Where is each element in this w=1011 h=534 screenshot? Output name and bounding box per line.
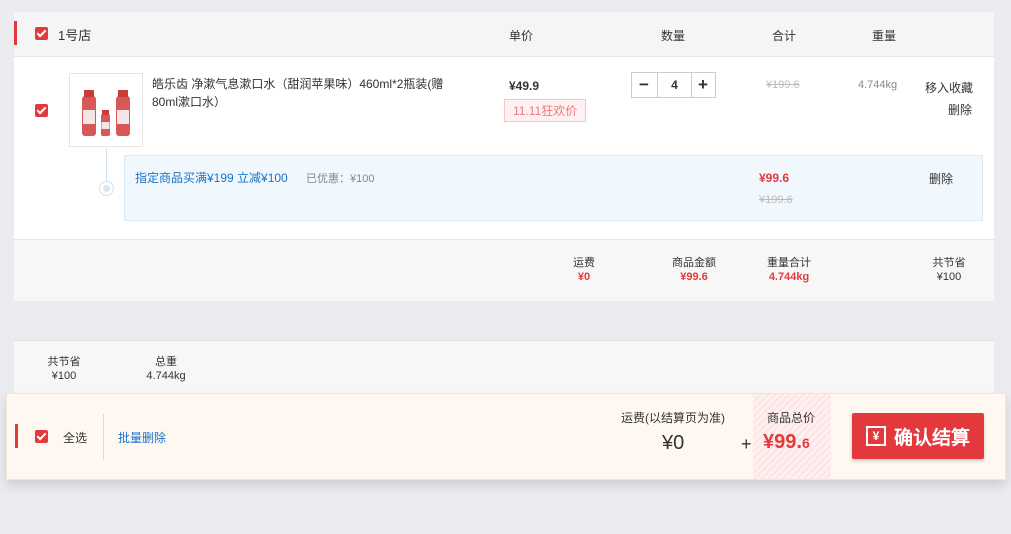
- item-checkbox[interactable]: [35, 104, 48, 117]
- store-saved-value: ¥100: [936, 271, 962, 283]
- item-weight: 4.744kg: [858, 79, 898, 91]
- promotion-delete-link[interactable]: 删除: [929, 170, 953, 187]
- qty-decrease-button[interactable]: −: [632, 73, 656, 97]
- footer-shipping-label: 运费(以结算页为准): [621, 411, 725, 425]
- item-delete-link[interactable]: 删除: [948, 101, 972, 118]
- total-value-main: ¥99.: [763, 431, 802, 453]
- product-title-line2: 80ml漱口水）: [152, 95, 227, 109]
- store-name[interactable]: 1号店: [58, 25, 91, 44]
- col-weight-header: 重量: [872, 29, 897, 43]
- promotion-price-before: ¥199.6: [759, 194, 793, 206]
- item-subtotal-original: ¥199.6: [766, 79, 800, 91]
- qty-input[interactable]: 4: [657, 73, 692, 97]
- shipping-label: 运费: [573, 257, 595, 269]
- checkout-button-label: 确认结算: [893, 427, 970, 449]
- weight-total-label: 重量合计: [767, 257, 811, 269]
- checkout-bar: 全选 批量删除 运费(以结算页为准) ¥0 + 商品总价 ¥99.6 ¥ 确认结…: [6, 393, 1006, 480]
- col-subtotal-header: 合计: [772, 29, 797, 43]
- select-all-label[interactable]: 全选: [63, 429, 87, 446]
- store-checkbox[interactable]: [35, 27, 48, 40]
- total-weight-label: 总重: [155, 356, 177, 368]
- col-qty-header: 数量: [661, 29, 686, 43]
- footer-total-value: ¥99.6: [763, 431, 810, 454]
- store-saved-label: 共节省: [932, 257, 966, 269]
- footer-divider: [103, 414, 104, 460]
- promotion-saved: 已优惠：¥100: [306, 173, 375, 185]
- product-thumbnail[interactable]: [69, 73, 143, 147]
- select-all-checkbox[interactable]: [35, 430, 48, 443]
- store-cart-panel: 1号店 单价 数量 合计 重量 皓乐齿 净漱气息漱口水（甜润苹果味）460ml*…: [14, 12, 994, 301]
- batch-delete-link[interactable]: 批量删除: [118, 429, 166, 446]
- footer-total-label: 商品总价: [767, 411, 816, 425]
- store-summary-row: 运费 ¥0 商品金额 ¥99.6 重量合计 4.744kg 共节省 ¥100: [14, 239, 994, 301]
- store-accent-bar: [14, 21, 17, 45]
- goods-amount-label: 商品金额: [672, 257, 716, 269]
- plus-sign: +: [741, 434, 752, 454]
- promo-connector-dot: [99, 181, 114, 196]
- totals-panel: 共节省 ¥100 总重 4.744kg: [14, 340, 994, 396]
- total-saved-value: ¥100: [51, 370, 77, 382]
- mouthwash-image: [82, 90, 130, 136]
- promotion-price-after: ¥99.6: [759, 171, 790, 185]
- shipping-value: ¥0: [577, 271, 591, 283]
- qty-increase-button[interactable]: +: [691, 73, 715, 97]
- promotion-box: 指定商品买满¥199 立减¥100 已优惠：¥100 ¥99.6 ¥199.6 …: [124, 155, 983, 221]
- weight-total-value: 4.744kg: [768, 271, 810, 283]
- goods-amount-value: ¥99.6: [680, 271, 708, 283]
- promo-price-tag: 11.11狂欢价: [504, 99, 587, 122]
- promotion-text[interactable]: 指定商品买满¥199 立减¥100: [135, 169, 288, 186]
- total-saved-label: 共节省: [47, 356, 81, 368]
- total-value-decimal: 6: [801, 435, 810, 451]
- move-to-favorites-link[interactable]: 移入收藏: [925, 79, 973, 96]
- item-price: ¥49.9: [509, 79, 540, 93]
- col-price-header: 单价: [509, 29, 534, 43]
- product-title-line1: 皓乐齿 净漱气息漱口水（甜润苹果味）460ml*2瓶装(赠: [152, 77, 444, 91]
- footer-shipping-value: ¥0: [662, 432, 685, 454]
- yen-icon: ¥: [865, 426, 886, 446]
- total-weight-value: 4.744kg: [146, 370, 186, 382]
- store-header-row: 1号店 单价 数量 合计 重量: [14, 12, 994, 57]
- footer-accent-bar: [15, 424, 18, 448]
- checkout-button[interactable]: ¥ 确认结算: [852, 413, 984, 459]
- product-title[interactable]: 皓乐齿 净漱气息漱口水（甜润苹果味）460ml*2瓶装(赠 80ml漱口水）: [152, 75, 462, 111]
- quantity-stepper: − 4 +: [631, 72, 716, 98]
